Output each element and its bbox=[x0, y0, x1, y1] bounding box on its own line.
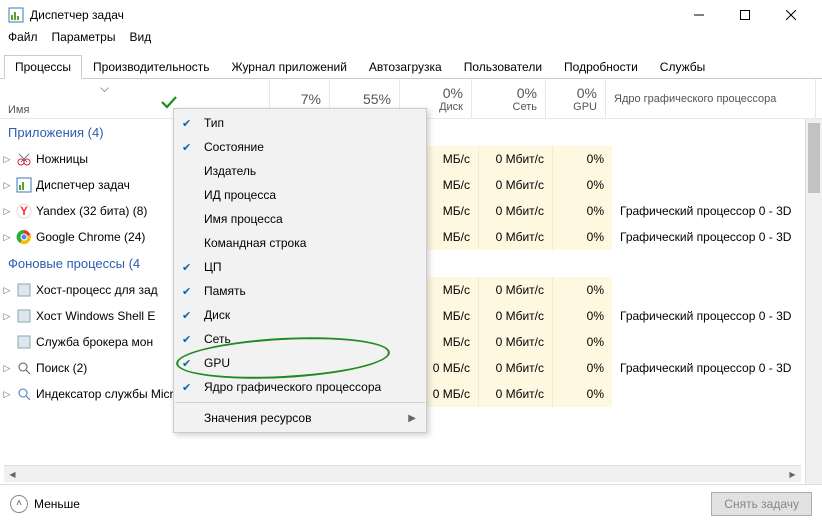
chevron-down-icon: ⌵ bbox=[100, 81, 109, 96]
process-name: Google Chrome (24) bbox=[34, 230, 158, 244]
menu-item-gpu-engine[interactable]: ✔Ядро графического процессора bbox=[174, 375, 426, 399]
tab-details[interactable]: Подробности bbox=[553, 55, 649, 79]
taskmgr-icon bbox=[14, 177, 34, 193]
tab-startup[interactable]: Автозагрузка bbox=[358, 55, 453, 79]
header-network[interactable]: 0%Сеть bbox=[472, 79, 546, 118]
vertical-scrollbar[interactable]: ▲ ▼ bbox=[805, 119, 822, 499]
tabs: Процессы Производительность Журнал прило… bbox=[0, 50, 822, 79]
snipping-tool-icon bbox=[14, 151, 34, 167]
expand-icon[interactable]: ▷ bbox=[0, 311, 14, 322]
close-button[interactable] bbox=[768, 0, 814, 30]
chevron-up-icon: ˄ bbox=[10, 495, 28, 513]
menu-separator bbox=[175, 402, 425, 403]
tab-services[interactable]: Службы bbox=[649, 55, 716, 79]
window-title: Диспетчер задач bbox=[30, 8, 676, 22]
menu-item-memory[interactable]: ✔Память bbox=[174, 279, 426, 303]
titlebar: Диспетчер задач bbox=[0, 0, 822, 30]
menu-item-gpu[interactable]: ✔GPU bbox=[174, 351, 426, 375]
expand-icon[interactable]: ▷ bbox=[0, 206, 14, 217]
process-name: Ножницы bbox=[34, 152, 158, 166]
scrollbar-thumb[interactable] bbox=[808, 123, 820, 193]
menu-options[interactable]: Параметры bbox=[52, 30, 116, 50]
menu-item-pid[interactable]: ИД процесса bbox=[174, 183, 426, 207]
generic-process-icon bbox=[14, 308, 34, 324]
footer: ˄ Меньше Снять задачу bbox=[0, 484, 822, 522]
expand-icon[interactable]: ▷ bbox=[0, 363, 14, 374]
indexer-icon bbox=[14, 386, 34, 402]
menu-file[interactable]: Файл bbox=[8, 30, 38, 50]
expand-icon[interactable]: ▷ bbox=[0, 180, 14, 191]
end-task-button[interactable]: Снять задачу bbox=[711, 492, 812, 516]
column-context-menu: ✔Тип ✔Состояние Издатель ИД процесса Имя… bbox=[173, 108, 427, 433]
menu-item-disk[interactable]: ✔Диск bbox=[174, 303, 426, 327]
scroll-left-icon[interactable]: ◀ bbox=[4, 466, 21, 482]
tab-performance[interactable]: Производительность bbox=[82, 55, 220, 79]
minimize-button[interactable] bbox=[676, 0, 722, 30]
process-name: Служба брокера мон bbox=[34, 335, 158, 349]
expand-icon[interactable]: ▷ bbox=[0, 389, 14, 400]
submenu-arrow-icon: ▶ bbox=[408, 413, 416, 424]
maximize-button[interactable] bbox=[722, 0, 768, 30]
tab-apphistory[interactable]: Журнал приложений bbox=[221, 55, 358, 79]
menu-item-publisher[interactable]: Издатель bbox=[174, 159, 426, 183]
chrome-icon bbox=[14, 229, 34, 245]
menu-item-network[interactable]: ✔Сеть bbox=[174, 327, 426, 351]
menu-item-cpu[interactable]: ✔ЦП bbox=[174, 255, 426, 279]
app-icon bbox=[8, 7, 24, 23]
expand-icon[interactable]: ▷ bbox=[0, 154, 14, 165]
expand-icon[interactable]: ▷ bbox=[0, 232, 14, 243]
header-gpu[interactable]: 0%GPU bbox=[546, 79, 606, 118]
menu-item-resource-values[interactable]: Значения ресурсов▶ bbox=[174, 406, 426, 430]
menu-item-process-name[interactable]: Имя процесса bbox=[174, 207, 426, 231]
header-gpu-engine[interactable]: Ядро графического процессора bbox=[606, 79, 816, 118]
expand-icon[interactable]: ▷ bbox=[0, 285, 14, 296]
search-icon bbox=[14, 360, 34, 376]
yandex-icon: Y bbox=[14, 203, 34, 219]
tab-users[interactable]: Пользователи bbox=[453, 55, 553, 79]
fewer-details-button[interactable]: ˄ Меньше bbox=[10, 495, 80, 513]
menu-item-status[interactable]: ✔Состояние bbox=[174, 135, 426, 159]
menu-item-type[interactable]: ✔Тип bbox=[174, 111, 426, 135]
generic-process-icon bbox=[14, 282, 34, 298]
menubar: Файл Параметры Вид bbox=[0, 30, 822, 50]
tab-processes[interactable]: Процессы bbox=[4, 55, 82, 79]
process-name: Хост Windows Shell E bbox=[34, 309, 158, 323]
process-name: Хост-процесс для зад bbox=[34, 283, 158, 297]
svg-text:Y: Y bbox=[20, 204, 28, 218]
menu-view[interactable]: Вид bbox=[129, 30, 151, 50]
scroll-right-icon[interactable]: ▶ bbox=[784, 466, 801, 482]
horizontal-scrollbar[interactable]: ◀ ▶ bbox=[4, 465, 801, 482]
process-name: Yandex (32 бита) (8) bbox=[34, 204, 158, 218]
generic-process-icon bbox=[14, 334, 34, 350]
process-name: Диспетчер задач bbox=[34, 178, 158, 192]
menu-item-command-line[interactable]: Командная строка bbox=[174, 231, 426, 255]
